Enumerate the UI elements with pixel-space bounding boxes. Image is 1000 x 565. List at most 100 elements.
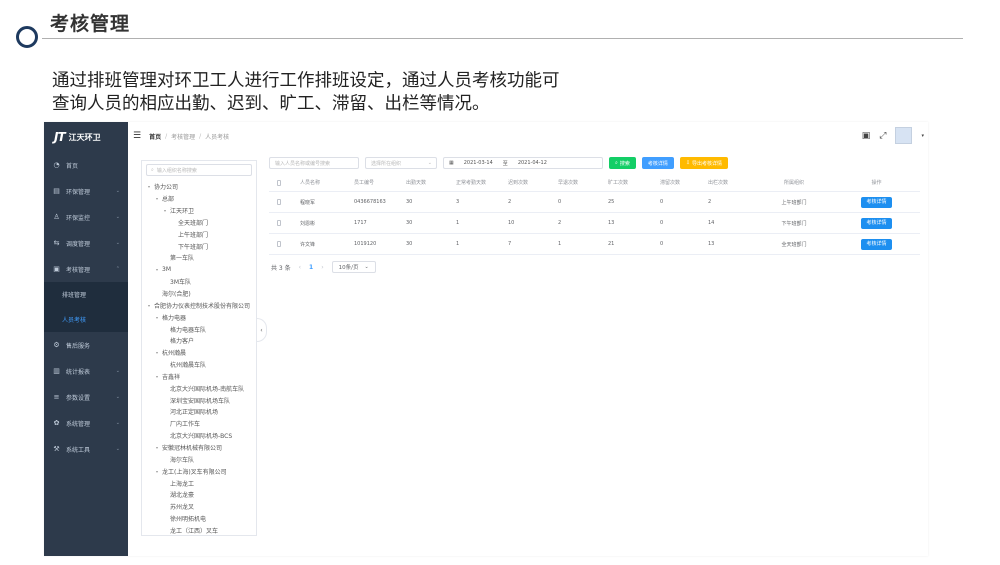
sidebar-item[interactable]: ▣ 考核管理 ⌃ (44, 256, 128, 282)
sidebar-item[interactable]: ▤ 环保管理 ⌄ (44, 178, 128, 204)
tree-node[interactable]: 徐州明拓机电 (142, 513, 256, 525)
pager-prev-button[interactable]: ‹ (299, 264, 301, 271)
row-checkbox[interactable] (277, 241, 281, 247)
row-checkbox[interactable] (277, 199, 281, 205)
table-cell: 0 (558, 199, 562, 205)
pager-page-1[interactable]: 1 (309, 264, 313, 271)
sidebar-item[interactable]: ⚙ 售后服务 (44, 332, 128, 358)
table-cell: 刘恩彬 (300, 220, 316, 227)
tree-node[interactable]: ▾ 安徽冠林机械有限公司 (142, 442, 256, 454)
tree-node[interactable]: ▾ 吉鑫祥 (142, 371, 256, 383)
table-cell: 0 (660, 220, 664, 226)
tree-collapse-toggle[interactable]: ‹ (257, 318, 267, 342)
tree-node[interactable]: 龙工（江西）叉车 (142, 524, 256, 535)
tree-node[interactable]: 上午班部门 (142, 228, 256, 240)
sidebar-item-label: 调度管理 (66, 240, 91, 248)
sidebar-item[interactable]: ⚒ 系统工具 ⌄ (44, 436, 128, 462)
avatar[interactable] (895, 127, 913, 144)
sidebar-subitem[interactable]: 人员考核 (44, 307, 128, 332)
tree-node[interactable]: 海尔(合肥) (142, 288, 256, 300)
org-select[interactable]: 选择所在组织 ⌄ (365, 157, 437, 169)
tree-node-label: 河北正定国际机场 (170, 409, 219, 417)
tree-node-label: 湖北龙豪 (170, 492, 195, 500)
chevron-down-icon[interactable]: ▾ (921, 133, 924, 139)
tree-search-placeholder: 输入组织名称搜索 (156, 167, 197, 174)
tree-node[interactable]: ▾ 龙工(上海)叉车有限公司 (142, 465, 256, 477)
tree-node[interactable]: 海尔车队 (142, 453, 256, 465)
chevron-down-icon: ⌄ (115, 188, 120, 194)
name-search-input[interactable]: 输入人员名称或编号搜索 (269, 157, 359, 169)
sidebar-item[interactable]: ⇆ 调度管理 ⌄ (44, 230, 128, 256)
sidebar-item[interactable]: ✿ 系统管理 ⌄ (44, 410, 128, 436)
tree-node[interactable]: 全天班部门 (142, 217, 256, 229)
row-detail-button[interactable]: 考核详情 (861, 196, 892, 208)
tree-node[interactable]: ▾ 江天环卫 (142, 205, 256, 217)
description-line-2: 查询人员的相应出勤、迟到、旷工、滞留、出栏等情况。 (52, 94, 490, 114)
row-detail-button[interactable]: 考核详情 (861, 217, 892, 229)
sidebar-icon: ▣ (53, 264, 60, 273)
tree-node[interactable]: 深圳宝安国际机场车队 (142, 394, 256, 406)
tree-node-label: 第一车队 (170, 255, 195, 263)
tree-node[interactable]: 湖北龙豪 (142, 489, 256, 501)
tree-node[interactable]: 第一车队 (142, 252, 256, 264)
table-cell: 13 (608, 220, 615, 226)
sidebar-item[interactable]: ▥ 统计报表 ⌄ (44, 358, 128, 384)
column-header: 出勤天数 (406, 180, 427, 186)
download-icon: ⇩ (685, 160, 691, 166)
tree-node[interactable]: ▾ 合肥协力仪表控制技术股份有限公司 (142, 299, 256, 311)
tree-node[interactable]: 北京大兴国际机场-南航车队 (142, 382, 256, 394)
breadcrumb-home[interactable]: 首页 (149, 132, 161, 141)
tree-node[interactable]: 上海龙工 (142, 477, 256, 489)
select-all-checkbox[interactable] (277, 179, 281, 186)
screen-icon[interactable]: ▣ (862, 131, 871, 141)
sidebar-item[interactable]: ≡ 参数设置 ⌄ (44, 384, 128, 410)
tree-node[interactable]: 苏州龙叉 (142, 501, 256, 513)
sidebar-subitem[interactable]: 排班管理 (44, 282, 128, 307)
tree-node[interactable]: ▾ 协力公司 (142, 181, 256, 193)
sidebar-item[interactable]: ♙ 环保监控 ⌄ (44, 204, 128, 230)
search-button[interactable]: ⌕ 搜索 (609, 157, 636, 169)
breadcrumb-level1[interactable]: 考核管理 (171, 132, 195, 141)
tree-node[interactable]: 厂内工作车 (142, 418, 256, 430)
tree-node-label: 龙工（江西）叉车 (170, 527, 219, 535)
tree-node-label: 格力电器 (162, 314, 187, 322)
tree-node[interactable]: 河北正定国际机场 (142, 406, 256, 418)
table-header: 人员名称 员工编号 出勤天数 正常考勤天数 迟到次数 早退次数 旷工次数 滞留次数 出栏次数 所属… (269, 174, 920, 192)
tree-node-label: 杭州瀚晨 (162, 350, 187, 358)
menu-toggle-icon[interactable]: ☰ (133, 131, 141, 141)
tree-node[interactable]: ▾ 杭州瀚晨 (142, 347, 256, 359)
sidebar-item-label: 环保监控 (66, 214, 91, 222)
page-size-select[interactable]: 10条/页 ⌄ (331, 261, 376, 273)
tree-node[interactable]: ▾ 格力电器 (142, 311, 256, 323)
table-cell: 14 (708, 220, 715, 226)
table-cell: 1717 (354, 220, 367, 226)
tree-node-label: 格力客户 (170, 338, 195, 346)
tree-node[interactable]: ▾ 3M (142, 264, 256, 276)
row-detail-button[interactable]: 考核详情 (861, 238, 892, 250)
tree-node-label: 苏州龙叉 (170, 504, 195, 512)
fullscreen-icon[interactable]: ⤢ (879, 131, 886, 141)
tree-node[interactable]: 3M车队 (142, 276, 256, 288)
tree-node-label: 3M车队 (170, 279, 191, 287)
sidebar-icon: ✿ (53, 418, 60, 427)
table-cell: 30 (406, 241, 413, 247)
tree-node-label: 深圳宝安国际机场车队 (170, 397, 231, 405)
detail-button[interactable]: 考核详情 (641, 157, 674, 169)
tree-node[interactable]: 杭州瀚晨车队 (142, 359, 256, 371)
sidebar-item[interactable]: ◔ 首页 (44, 152, 128, 178)
chevron-down-icon: ⌄ (364, 264, 369, 270)
export-button[interactable]: ⇩ 导出考核详情 (679, 157, 729, 169)
date-range-picker[interactable]: ▦ 2021-03-14 至 2021-04-12 (443, 157, 603, 169)
tree-node[interactable]: ▾ 总部 (142, 193, 256, 205)
row-checkbox[interactable] (277, 220, 281, 226)
tree-node[interactable]: 格力电器车队 (142, 323, 256, 335)
pager-next-button[interactable]: › (321, 264, 323, 271)
sidebar: JT 江天环卫 ◔ 首页 ▤ 环保管理 ⌄ ♙ 环保监控 ⌄ ⇆ 调度管理 ⌄ ▣ 考核管理 ⌃ 排班管理… (44, 122, 128, 556)
tree-node[interactable]: 北京大兴国际机场-BCS (142, 430, 256, 442)
chevron-down-icon: ⌄ (115, 394, 120, 400)
tree-node[interactable]: 格力客户 (142, 335, 256, 347)
tree-search-input[interactable]: ⌕ 输入组织名称搜索 (146, 164, 252, 176)
slide-description: 通过排班管理对环卫工人进行工作排班设定，通过人员考核功能可 查询人员的相应出勤、… (52, 70, 692, 116)
tree-node[interactable]: 下午班部门 (142, 240, 256, 252)
search-icon: ⌕ (615, 160, 618, 166)
